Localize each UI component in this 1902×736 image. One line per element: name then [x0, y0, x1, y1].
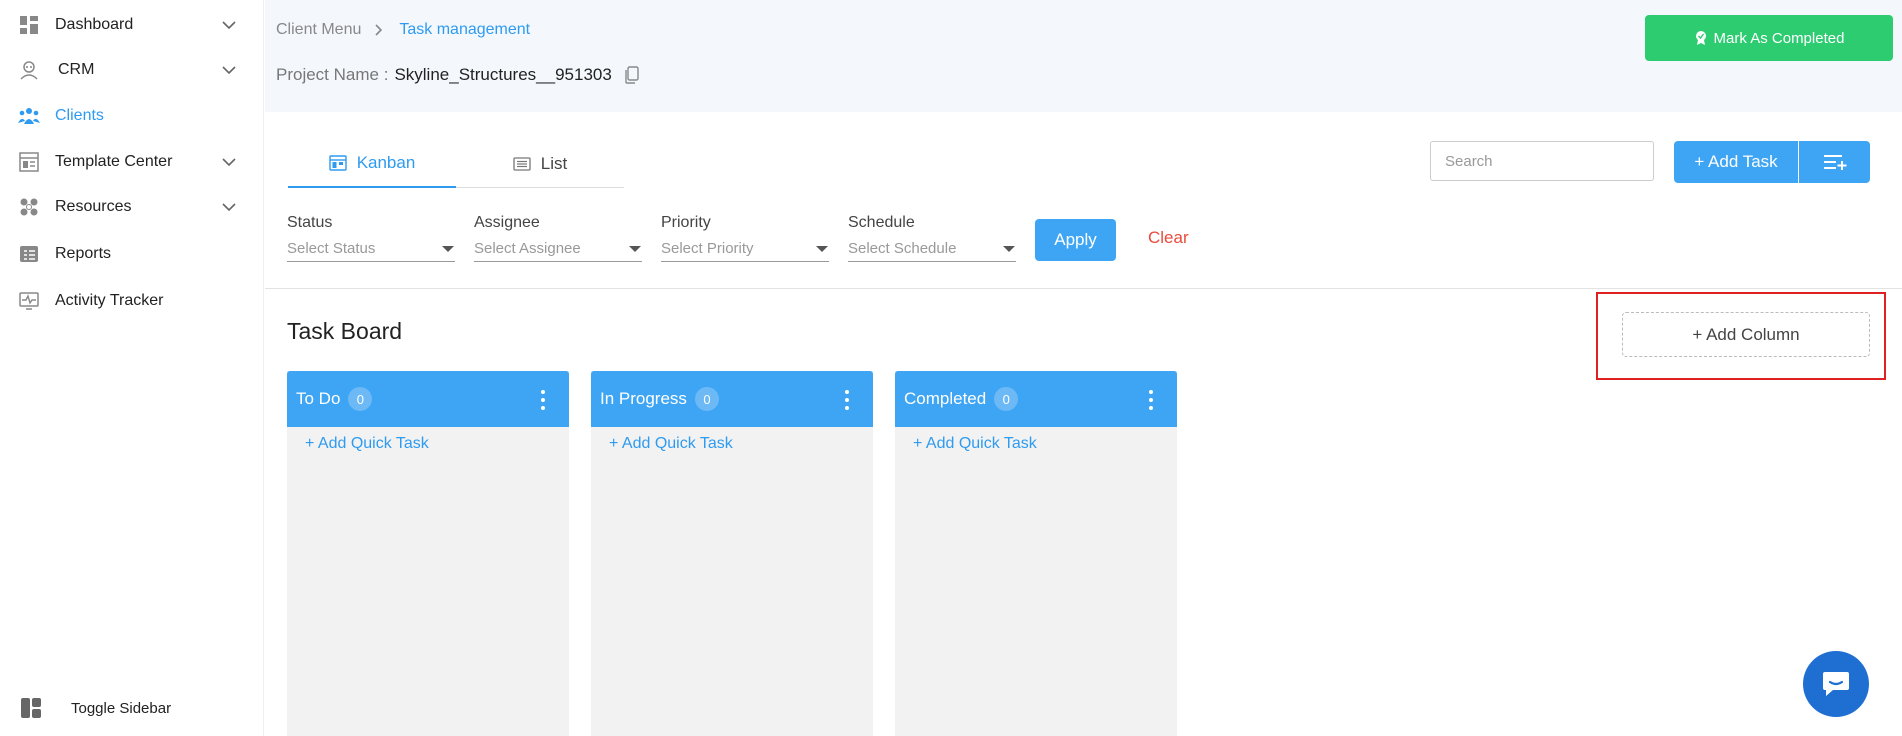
toggle-sidebar-button[interactable]: Toggle Sidebar [0, 690, 264, 726]
clear-filters-button[interactable]: Clear [1148, 228, 1189, 248]
breadcrumb-client-menu[interactable]: Client Menu [276, 21, 361, 39]
sidebar-item-label: Resources [55, 198, 132, 215]
apply-filters-button[interactable]: Apply [1035, 219, 1116, 261]
select-placeholder: Select Assignee [474, 240, 581, 257]
tab-label: Kanban [356, 153, 416, 172]
sidebar-item-reports[interactable]: Reports [0, 234, 264, 274]
sidebar-item-label: Clients [55, 107, 104, 124]
template-icon [18, 151, 40, 173]
more-vertical-icon[interactable] [843, 389, 851, 411]
select-placeholder: Select Status [287, 240, 376, 257]
sidebar-layout-icon [21, 698, 41, 718]
filter-priority: Priority Select Priority [661, 214, 829, 262]
project-name-value: Skyline_Structures__951303 [394, 65, 612, 84]
column-count-badge: 0 [348, 387, 373, 411]
add-task-options-button[interactable] [1799, 141, 1870, 183]
sidebar-item-label: Dashboard [55, 16, 134, 33]
board-title: Task Board [287, 318, 403, 344]
chevron-down-icon [222, 203, 236, 212]
filter-label: Assignee [474, 214, 540, 231]
select-placeholder: Select Schedule [848, 240, 957, 257]
sidebar: Dashboard CRM Clients Template Center Re… [0, 0, 264, 736]
column-count-badge: 0 [994, 387, 1019, 411]
tab-label: List [540, 154, 568, 173]
add-column-button[interactable]: + Add Column [1622, 312, 1870, 357]
more-vertical-icon[interactable] [1147, 389, 1155, 411]
list-icon [513, 157, 531, 171]
project-name-label: Project Name : [276, 65, 389, 84]
chevron-down-icon [222, 66, 236, 75]
chevron-down-icon [222, 21, 236, 30]
filter-status: Status Select Status [287, 214, 455, 262]
sidebar-item-clients[interactable]: Clients [0, 96, 264, 136]
mark-as-completed-label: Mark As Completed [1713, 29, 1845, 47]
chevron-right-icon [375, 24, 383, 36]
caret-down-icon [816, 245, 828, 252]
sidebar-item-dashboard[interactable]: Dashboard [0, 5, 264, 45]
column-title: To Do [296, 389, 341, 408]
chat-icon [1823, 672, 1849, 696]
mark-as-completed-button[interactable]: Mark As Completed [1645, 15, 1893, 61]
breadcrumb-task-management: Task management [399, 21, 531, 38]
select-placeholder: Select Priority [661, 240, 754, 257]
chevron-down-icon [222, 158, 236, 167]
column-header: Completed 0 [895, 371, 1177, 427]
column-completed: Completed 0 + Add Quick Task [895, 371, 1177, 736]
kanban-icon [328, 155, 347, 171]
caret-down-icon [1003, 245, 1015, 252]
add-quick-task-link[interactable]: + Add Quick Task [913, 435, 1037, 453]
more-vertical-icon[interactable] [539, 389, 547, 411]
filter-label: Schedule [848, 214, 915, 231]
search-input[interactable] [1430, 141, 1654, 181]
filter-label: Priority [661, 214, 711, 231]
add-quick-task-link[interactable]: + Add Quick Task [609, 435, 733, 453]
badge-check-icon [1695, 31, 1706, 45]
assignee-select[interactable]: Select Assignee [474, 236, 642, 262]
playlist-add-icon [1823, 155, 1846, 170]
caret-down-icon [442, 245, 454, 252]
sidebar-item-label: Template Center [55, 153, 173, 170]
divider [265, 288, 1902, 289]
caret-down-icon [629, 245, 641, 252]
activity-icon [18, 290, 40, 312]
reports-icon [18, 243, 40, 265]
add-quick-task-link[interactable]: + Add Quick Task [305, 435, 429, 453]
sidebar-item-crm[interactable]: CRM [0, 50, 264, 90]
add-task-button[interactable]: + Add Task [1674, 141, 1798, 183]
sidebar-item-label: Activity Tracker [55, 292, 164, 309]
chat-support-button[interactable] [1803, 651, 1869, 717]
filter-assignee: Assignee Select Assignee [474, 214, 642, 262]
column-header: In Progress 0 [591, 371, 873, 427]
breadcrumb: Client Menu Task management [276, 21, 530, 39]
sidebar-item-label: Reports [55, 245, 112, 262]
filter-label: Status [287, 214, 333, 231]
column-to-do: To Do 0 + Add Quick Task [287, 371, 569, 736]
schedule-select[interactable]: Select Schedule [848, 236, 1016, 262]
column-title: In Progress [600, 389, 687, 408]
status-select[interactable]: Select Status [287, 236, 455, 262]
column-in-progress: In Progress 0 + Add Quick Task [591, 371, 873, 736]
sidebar-item-template-center[interactable]: Template Center [0, 142, 264, 182]
sidebar-item-activity-tracker[interactable]: Activity Tracker [0, 281, 264, 321]
priority-select[interactable]: Select Priority [661, 236, 829, 262]
clients-icon [18, 105, 40, 127]
tab-list[interactable]: List [456, 140, 624, 188]
column-title: Completed [904, 389, 987, 408]
project-name: Project Name : Skyline_Structures__95130… [276, 65, 640, 85]
toggle-sidebar-label: Toggle Sidebar [71, 699, 172, 717]
sidebar-item-resources[interactable]: Resources [0, 187, 264, 227]
column-count-badge: 0 [694, 387, 719, 411]
page-header: Client Menu Task management Project Name… [265, 0, 1902, 112]
copy-icon[interactable] [624, 66, 640, 84]
column-header: To Do 0 [287, 371, 569, 427]
crm-icon [18, 59, 40, 81]
view-tabs: Kanban List [288, 140, 624, 188]
filter-schedule: Schedule Select Schedule [848, 214, 1016, 262]
sidebar-item-label: CRM [58, 61, 95, 78]
dashboard-icon [18, 14, 40, 36]
resources-icon [18, 196, 40, 218]
tab-kanban[interactable]: Kanban [288, 140, 456, 188]
